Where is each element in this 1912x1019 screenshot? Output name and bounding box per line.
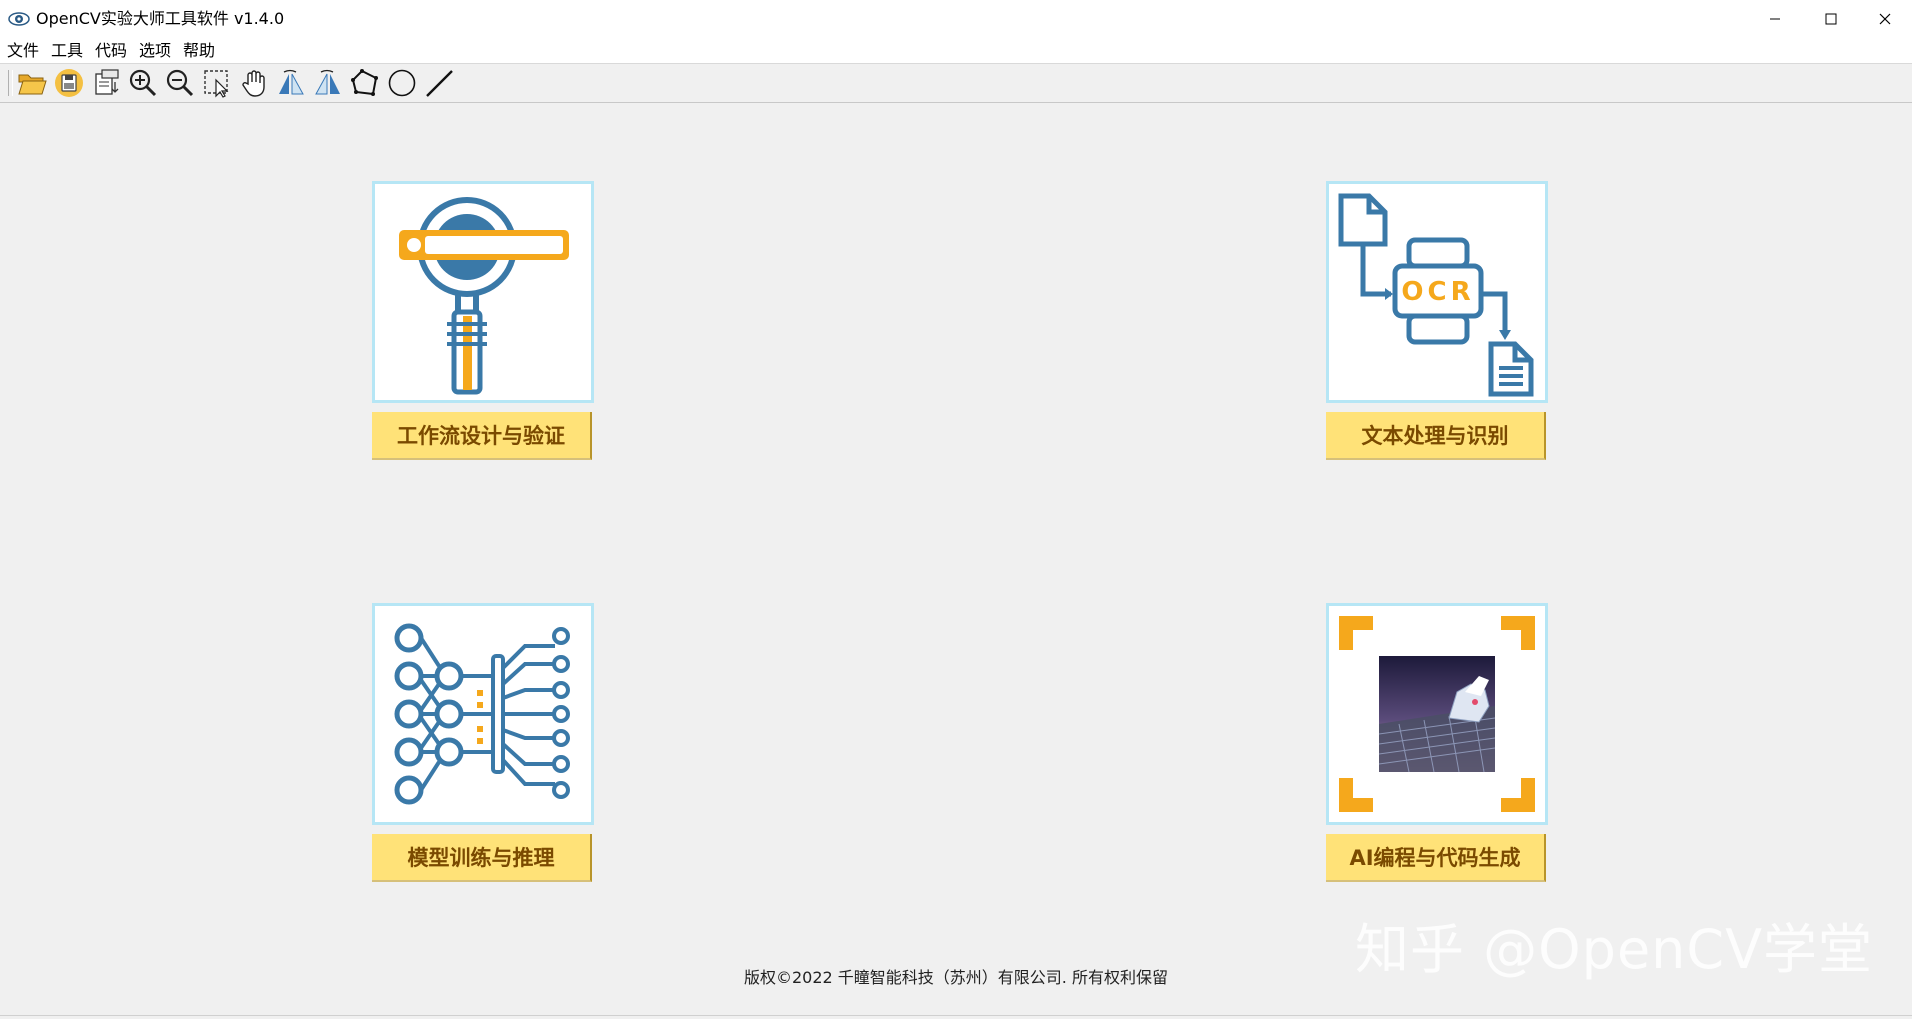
save-icon xyxy=(55,69,83,97)
pan-hand-icon xyxy=(242,70,265,97)
workflow-tile[interactable] xyxy=(372,181,594,403)
ocr-icon-text: OCR xyxy=(1401,277,1474,307)
close-button[interactable] xyxy=(1858,0,1912,38)
polygon-button[interactable] xyxy=(349,67,381,99)
maximize-button[interactable] xyxy=(1802,0,1860,38)
minimize-icon xyxy=(1770,18,1780,20)
zoom-out-icon xyxy=(166,69,194,97)
save-button[interactable] xyxy=(53,67,85,99)
toolbar xyxy=(0,64,1912,103)
ai-programming-tile[interactable] xyxy=(1326,603,1548,825)
magnifier-workflow-icon xyxy=(399,197,569,395)
watermark: 知乎 @OpenCV学堂 xyxy=(1355,918,1874,981)
workflow-tile-label[interactable]: 工作流设计与验证 xyxy=(372,412,592,460)
flip-left-icon xyxy=(279,69,304,95)
zoom-in-icon xyxy=(129,69,157,97)
window-title: OpenCV实验大师工具软件 v1.4.0 xyxy=(36,9,285,28)
ocr-tile[interactable]: OCR xyxy=(1326,181,1548,403)
maximize-icon xyxy=(1825,13,1837,25)
open-button[interactable] xyxy=(16,67,48,99)
menu-bar: 文件 工具 代码 选项 帮助 xyxy=(0,38,1912,64)
line-button[interactable] xyxy=(423,67,455,99)
circle-icon xyxy=(388,69,416,97)
open-folder-icon xyxy=(18,74,47,95)
toolbar-grip[interactable] xyxy=(8,70,13,96)
close-icon xyxy=(1879,13,1891,25)
menu-file[interactable]: 文件 xyxy=(7,41,39,61)
circle-button[interactable] xyxy=(386,67,418,99)
export-pdf-button[interactable] xyxy=(90,67,122,99)
polygon-icon xyxy=(351,69,378,96)
line-icon xyxy=(426,70,453,97)
ocr-document-icon: OCR xyxy=(1338,193,1534,397)
menu-options[interactable]: 选项 xyxy=(139,41,171,61)
flip-left-button[interactable] xyxy=(275,67,307,99)
export-pdf-icon xyxy=(95,69,119,95)
ai-programming-tile-label[interactable]: AI编程与代码生成 xyxy=(1326,834,1546,882)
model-training-tile[interactable] xyxy=(372,603,594,825)
title-bar: OpenCV实验大师工具软件 v1.4.0 xyxy=(0,0,1912,39)
pan-button[interactable] xyxy=(238,67,270,99)
ai-robot-image xyxy=(1339,616,1535,812)
menu-tools[interactable]: 工具 xyxy=(51,41,83,61)
select-region-icon xyxy=(204,70,229,98)
flip-right-icon xyxy=(315,69,340,95)
model-training-tile-label[interactable]: 模型训练与推理 xyxy=(372,834,592,882)
zoom-in-button[interactable] xyxy=(127,67,159,99)
menu-code[interactable]: 代码 xyxy=(95,41,127,61)
status-divider xyxy=(0,1015,1912,1016)
eye-app-icon xyxy=(8,12,30,26)
ocr-tile-label[interactable]: 文本处理与识别 xyxy=(1326,412,1546,460)
minimize-button[interactable] xyxy=(1746,0,1804,38)
select-region-button[interactable] xyxy=(201,67,233,99)
flip-right-button[interactable] xyxy=(312,67,344,99)
menu-help[interactable]: 帮助 xyxy=(183,41,215,61)
neural-network-icon xyxy=(394,623,570,805)
zoom-out-button[interactable] xyxy=(164,67,196,99)
